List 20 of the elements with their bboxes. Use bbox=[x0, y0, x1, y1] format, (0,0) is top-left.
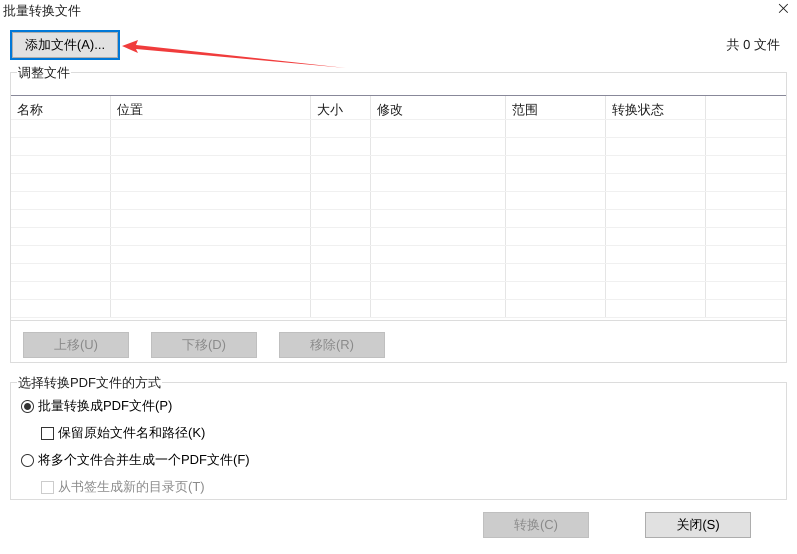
option-label: 保留原始文件名和路径(K) bbox=[58, 424, 206, 442]
group-title: 调整文件 bbox=[17, 64, 71, 82]
option-label: 将多个文件合并生成一个PDF文件(F) bbox=[38, 451, 250, 470]
checkbox[interactable] bbox=[41, 426, 54, 440]
option-label: 批量转换成PDF文件(P) bbox=[38, 397, 172, 416]
radio-button[interactable] bbox=[21, 454, 34, 466]
radio-button[interactable] bbox=[21, 400, 34, 412]
column-header[interactable]: 转换状态 bbox=[606, 96, 706, 118]
close-button[interactable]: × bbox=[772, 1, 795, 17]
file-count: 共 0 文件 bbox=[726, 36, 780, 54]
column-header[interactable]: 位置 bbox=[111, 96, 311, 118]
column-header[interactable]: 范围 bbox=[506, 96, 606, 118]
group-title: 选择转换PDF文件的方式 bbox=[17, 374, 162, 392]
add-file-button[interactable]: 添加文件(A)... bbox=[12, 32, 118, 58]
column-header[interactable]: 名称 bbox=[11, 96, 111, 118]
column-header[interactable]: 大小 bbox=[311, 96, 371, 118]
window-title: 批量转换文件 bbox=[2, 2, 81, 20]
dialog-button[interactable]: 关闭(S) bbox=[645, 512, 751, 538]
option-label: 从书签生成新的目录页(T) bbox=[58, 478, 205, 496]
column-header[interactable]: 修改 bbox=[371, 96, 506, 118]
